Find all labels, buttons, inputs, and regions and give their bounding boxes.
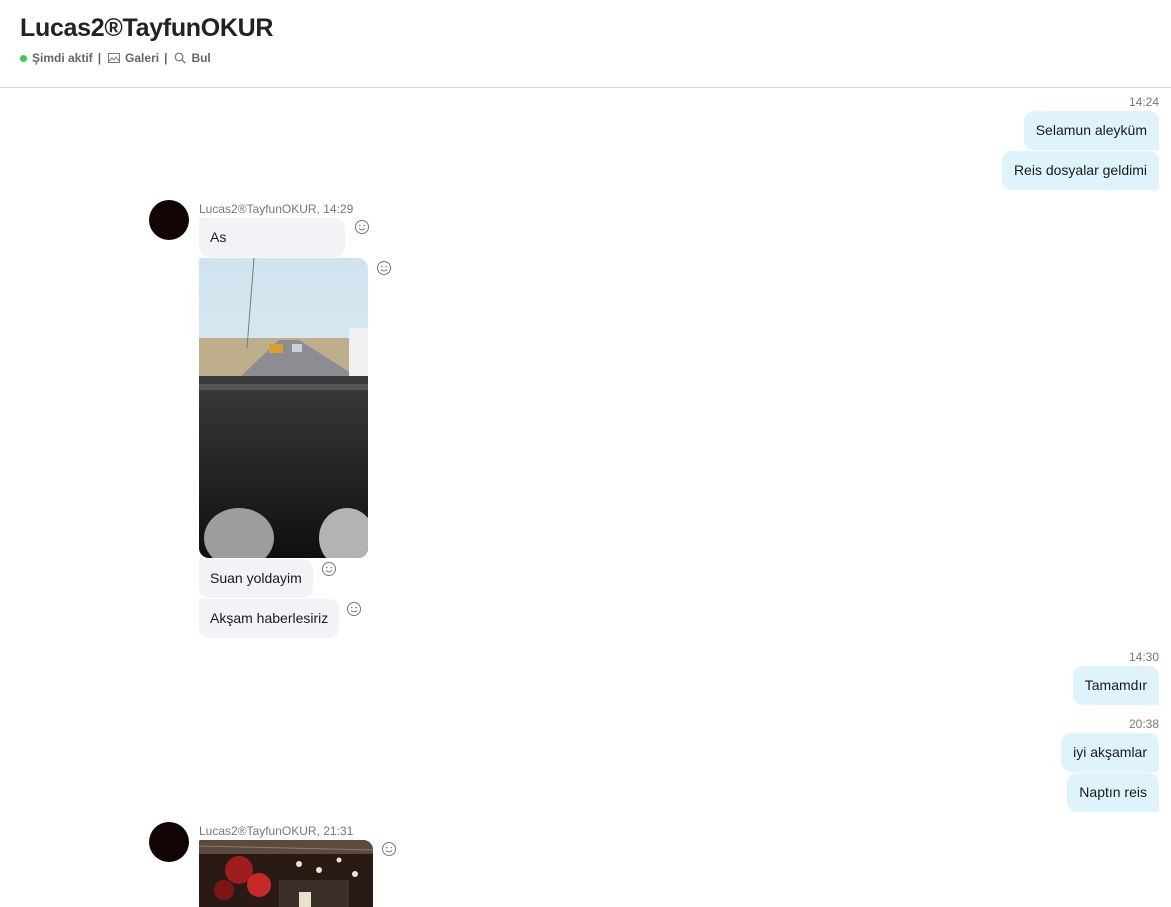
message-timestamp: 14:30 (1128, 650, 1159, 664)
outgoing-message[interactable]: Naptın reis (1067, 773, 1159, 812)
incoming-message[interactable]: As (199, 218, 345, 257)
sender-name-time: Lucas2®TayfunOKUR, 21:31 (199, 824, 354, 838)
outgoing-message[interactable]: Reis dosyalar geldimi (1001, 151, 1159, 190)
message-timestamp: 20:38 (1128, 717, 1159, 731)
search-icon[interactable] (174, 52, 187, 64)
avatar[interactable] (149, 200, 189, 240)
incoming-message[interactable]: Suan yoldayim (199, 559, 313, 598)
header-meta-bar: Şimdi aktif | Galeri | Bul (20, 51, 211, 65)
photo-message[interactable] (199, 258, 368, 558)
chat-header: Lucas2®TayfunOKUR Şimdi aktif | Galeri |… (0, 0, 1171, 88)
outgoing-message[interactable]: Selamun aleyküm (1023, 111, 1159, 150)
online-dot-icon (20, 54, 27, 62)
find-link[interactable]: Bul (191, 51, 210, 65)
gallery-icon[interactable] (108, 53, 121, 63)
outgoing-message[interactable]: Tamamdır (1072, 666, 1159, 705)
gallery-link[interactable]: Galeri (125, 51, 159, 65)
smiley-icon[interactable] (381, 841, 397, 857)
separator: | (97, 51, 102, 65)
incoming-message[interactable]: Akşam haberlesiriz (199, 599, 340, 638)
sender-name-time: Lucas2®TayfunOKUR, 14:29 (199, 202, 354, 216)
contact-name: Lucas2®TayfunOKUR (20, 14, 274, 42)
smiley-icon[interactable] (354, 219, 370, 235)
smiley-icon[interactable] (321, 561, 337, 577)
outgoing-message[interactable]: iyi akşamlar (1061, 733, 1159, 772)
separator: | (164, 51, 168, 65)
avatar[interactable] (149, 822, 189, 862)
smiley-icon[interactable] (346, 601, 362, 617)
status-label: Şimdi aktif (32, 51, 93, 65)
photo-message[interactable] (199, 840, 373, 907)
message-timestamp: 14:24 (1128, 95, 1159, 109)
smiley-icon[interactable] (376, 260, 392, 276)
